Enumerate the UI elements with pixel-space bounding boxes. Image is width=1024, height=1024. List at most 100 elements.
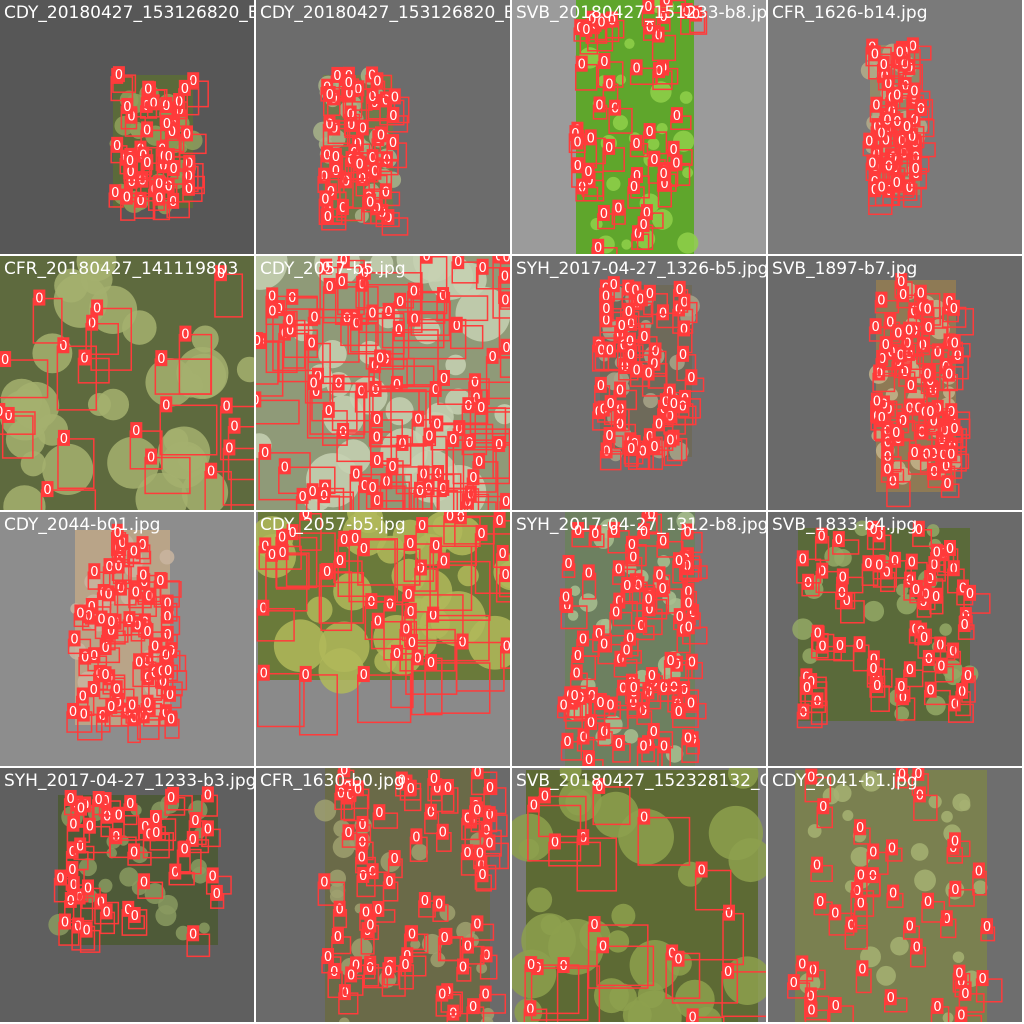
class-label: 0 (361, 266, 369, 281)
class-label: 0 (90, 565, 98, 580)
class-label: 0 (101, 668, 109, 683)
class-label: 0 (908, 556, 916, 571)
class-label: 0 (354, 782, 362, 797)
grape-berry (198, 922, 210, 934)
class-label: 0 (925, 321, 933, 336)
class-label: 0 (587, 716, 595, 731)
class-label: 0 (446, 512, 454, 524)
class-label: 0 (864, 557, 872, 572)
class-label: 0 (799, 552, 807, 567)
class-label: 0 (579, 633, 587, 648)
class-label: 0 (888, 841, 896, 856)
class-label: 0 (325, 404, 333, 419)
class-label: 0 (606, 344, 614, 359)
class-label: 0 (268, 548, 276, 563)
class-label: 0 (345, 76, 353, 91)
class-label: 0 (655, 417, 663, 432)
image-tile: 0000000000000000000000000000000000000000… (256, 512, 510, 766)
class-label: 0 (502, 495, 510, 510)
class-label: 0 (912, 583, 920, 598)
class-label: 0 (261, 446, 269, 461)
class-label: 0 (473, 803, 481, 818)
tile-image: 0000000000000000000000000000000000000000… (48, 786, 232, 958)
class-label: 0 (591, 527, 599, 542)
class-label: 0 (818, 640, 826, 655)
class-label: 0 (281, 460, 289, 475)
class-label: 0 (0, 405, 3, 420)
grape-berry (122, 310, 157, 345)
class-label: 0 (917, 102, 925, 117)
class-label: 0 (585, 566, 593, 581)
class-label: 0 (945, 368, 953, 383)
class-label: 0 (878, 411, 886, 426)
class-label: 0 (605, 77, 613, 92)
class-label: 0 (692, 8, 700, 23)
class-label: 0 (831, 906, 839, 921)
class-label: 0 (605, 141, 613, 156)
class-label: 0 (877, 294, 885, 309)
class-label: 0 (60, 432, 68, 447)
class-label: 0 (903, 120, 911, 135)
class-label: 0 (488, 350, 496, 365)
tile-image: 0000000000000000000000000000000000000000… (66, 523, 188, 744)
class-label: 0 (288, 526, 296, 541)
class-label: 0 (614, 202, 622, 217)
class-label: 0 (340, 256, 348, 269)
grape-photo-crop (325, 768, 490, 1022)
grape-berry (861, 771, 882, 792)
class-label: 0 (115, 68, 123, 83)
class-label: 0 (889, 887, 897, 902)
class-label: 0 (323, 565, 331, 580)
class-label: 0 (432, 539, 440, 554)
class-label: 0 (502, 568, 510, 583)
class-label: 0 (93, 301, 101, 316)
class-label: 0 (167, 791, 175, 806)
class-label: 0 (905, 324, 913, 339)
class-label: 0 (955, 967, 963, 982)
class-label: 0 (819, 800, 827, 815)
class-label: 0 (404, 588, 412, 603)
class-label: 0 (204, 822, 212, 837)
class-label: 0 (606, 699, 614, 714)
class-label: 0 (630, 180, 638, 195)
tile-image: 0000000000000000000000000000000000000000… (860, 37, 936, 216)
class-label: 0 (813, 859, 821, 874)
class-label: 0 (123, 191, 131, 206)
class-label: 0 (465, 436, 473, 451)
class-label: 0 (67, 792, 75, 807)
class-label: 0 (893, 89, 901, 104)
class-label: 0 (156, 574, 164, 589)
class-label: 0 (474, 768, 482, 780)
class-label: 0 (872, 99, 880, 114)
image-tile: 0000000000000000000000000000000000000000… (512, 256, 766, 510)
class-label: 0 (495, 514, 503, 529)
class-label: 0 (673, 109, 681, 124)
class-label: 0 (302, 668, 310, 683)
class-label: 0 (883, 463, 891, 478)
tile-image: 0000000000000000000000000000000000000000… (108, 66, 209, 221)
class-label: 0 (587, 131, 595, 146)
class-label: 0 (961, 618, 969, 633)
class-label: 0 (1, 353, 9, 368)
image-tile: 0000000000000000000000000000000000000000… (0, 512, 254, 766)
tile-image: 0000000000000000000000000000000000000000… (556, 512, 708, 766)
grape-berry (679, 91, 693, 104)
class-label: 0 (839, 570, 847, 585)
tile-image: 0000000000000000000000000000000000000000… (792, 520, 991, 729)
class-label: 0 (933, 546, 941, 561)
class-label: 0 (600, 638, 608, 653)
class-label: 0 (90, 683, 98, 698)
class-label: 0 (947, 447, 955, 462)
class-label: 0 (836, 639, 844, 654)
class-label: 0 (340, 533, 348, 548)
class-label: 0 (632, 364, 640, 379)
class-label: 0 (916, 788, 924, 803)
class-label: 0 (501, 293, 509, 308)
class-label: 0 (454, 256, 462, 270)
class-label: 0 (541, 789, 549, 804)
class-label: 0 (408, 636, 416, 651)
class-label: 0 (530, 798, 538, 813)
grape-berry (910, 843, 929, 861)
class-label: 0 (639, 218, 647, 233)
grape-photo-crop (576, 0, 694, 254)
